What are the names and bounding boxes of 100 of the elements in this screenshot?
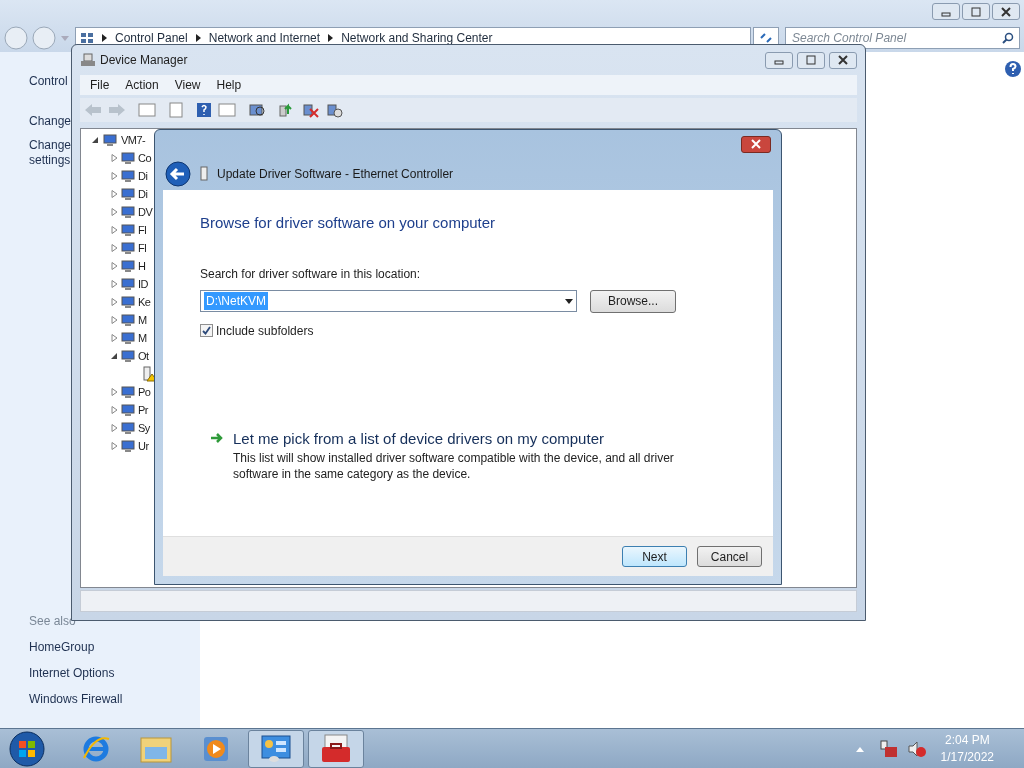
expand-icon[interactable] xyxy=(111,172,118,180)
tree-item[interactable]: H xyxy=(138,257,146,275)
menu-item[interactable]: File xyxy=(90,76,110,94)
sidebar-link[interactable]: Change xyxy=(29,112,72,130)
expand-icon[interactable] xyxy=(111,334,118,342)
collapse-icon[interactable] xyxy=(111,352,118,360)
device-icon xyxy=(121,295,135,309)
tree-item[interactable]: M xyxy=(138,329,147,347)
dialog-title: Update Driver Software - Ethernet Controller xyxy=(217,166,454,183)
sidebar-link[interactable]: Change settings xyxy=(29,138,71,168)
device-icon xyxy=(121,241,135,255)
back-button[interactable] xyxy=(165,161,191,187)
uninstall-icon[interactable] xyxy=(302,102,320,118)
volume-muted-icon[interactable] xyxy=(906,739,927,758)
checkbox[interactable] xyxy=(200,324,213,337)
expand-icon[interactable] xyxy=(111,226,118,234)
tree-item[interactable]: Ot xyxy=(138,347,149,365)
search-icon xyxy=(1002,32,1014,44)
taskbar-button[interactable] xyxy=(248,729,304,768)
expand-icon[interactable] xyxy=(111,190,118,198)
device-icon xyxy=(121,169,135,183)
tree-item[interactable]: ID xyxy=(138,275,148,293)
close-icon xyxy=(837,55,849,65)
checkbox-label: Include subfolders xyxy=(216,322,314,340)
chevron-icon[interactable] xyxy=(328,34,334,42)
window-title: Device Manager xyxy=(100,52,188,69)
network-adapter-icon xyxy=(199,166,209,182)
expand-icon[interactable] xyxy=(111,316,118,324)
expand-icon[interactable] xyxy=(111,154,118,162)
device-icon xyxy=(121,331,135,345)
pick-driver-link[interactable]: Let me pick from a list of device drivers on my computer xyxy=(233,427,693,450)
dialog-heading: Browse for driver software on your computer xyxy=(200,213,497,233)
device-icon xyxy=(121,223,135,237)
tree-item[interactable]: Di xyxy=(138,185,148,203)
browse-button[interactable]: Browse... xyxy=(590,289,676,313)
chevron-icon[interactable] xyxy=(102,34,107,42)
see-also-link[interactable]: Windows Firewall xyxy=(29,690,123,708)
breadcrumb[interactable]: Network and Sharing Center xyxy=(341,29,493,47)
expand-icon[interactable] xyxy=(111,280,118,288)
minimize-button[interactable] xyxy=(932,3,960,20)
tree-item[interactable]: Ur xyxy=(138,437,149,455)
chevron-icon[interactable] xyxy=(195,34,201,42)
device-icon xyxy=(121,259,135,273)
arrow-icon xyxy=(210,431,224,444)
help-icon[interactable] xyxy=(1004,60,1022,78)
tree-item[interactable]: VM7- xyxy=(121,131,146,149)
see-also-link[interactable]: Internet Options xyxy=(29,664,115,682)
help-icon[interactable] xyxy=(196,102,212,118)
clock-date: 1/17/2022 xyxy=(940,748,994,766)
close-button[interactable] xyxy=(741,135,771,153)
see-also-link[interactable]: HomeGroup xyxy=(29,638,95,656)
location-value: D:\NetKVM xyxy=(204,292,268,310)
close-icon xyxy=(1000,6,1012,17)
device-icon xyxy=(121,151,135,165)
search-field[interactable]: Search Control Panel xyxy=(785,27,1020,49)
device-icon xyxy=(121,313,135,327)
expand-icon[interactable] xyxy=(111,406,118,414)
dialog-button[interactable]: Cancel xyxy=(697,546,762,567)
tree-item[interactable]: Pr xyxy=(138,401,148,419)
tree-item[interactable]: M xyxy=(138,311,147,329)
tree-item[interactable]: DV xyxy=(138,203,153,221)
expand-icon[interactable] xyxy=(111,388,118,396)
device-manager-icon xyxy=(80,52,96,68)
dialog-button[interactable]: Next xyxy=(622,546,687,567)
expand-icon[interactable] xyxy=(111,244,118,252)
menu-item[interactable]: Action xyxy=(125,76,159,94)
tree-item[interactable]: Di xyxy=(138,167,148,185)
device-icon xyxy=(103,133,117,147)
start-button[interactable] xyxy=(8,729,46,768)
toolbox-icon[interactable] xyxy=(320,733,352,764)
device-icon xyxy=(121,349,135,363)
folder-icon[interactable] xyxy=(140,734,172,763)
expand-icon[interactable] xyxy=(111,262,118,270)
maximize-icon xyxy=(805,55,817,65)
close-button[interactable] xyxy=(829,51,857,69)
menu-item[interactable]: Help xyxy=(216,76,242,94)
dropdown-icon[interactable] xyxy=(565,298,573,304)
control-panel-icon[interactable] xyxy=(260,733,292,764)
tree-item[interactable]: Ke xyxy=(138,293,151,311)
tree-item[interactable]: Fl xyxy=(138,239,147,257)
tree-item[interactable]: Co xyxy=(138,149,152,167)
menu-item[interactable]: View xyxy=(174,76,201,94)
breadcrumb[interactable]: Network and Internet xyxy=(208,29,321,47)
tree-item[interactable]: Sy xyxy=(138,419,150,437)
expand-icon[interactable] xyxy=(111,424,118,432)
device-icon xyxy=(121,385,135,399)
expand-icon[interactable] xyxy=(111,298,118,306)
expand-icon[interactable] xyxy=(111,442,118,450)
taskbar-button[interactable] xyxy=(308,729,364,768)
tree-item[interactable]: Po xyxy=(138,383,151,401)
sidebar-link[interactable]: Control xyxy=(29,72,68,90)
tree-item[interactable]: Fl xyxy=(138,221,147,239)
collapse-icon[interactable] xyxy=(92,136,99,144)
close-button[interactable] xyxy=(992,3,1020,20)
media-player-icon[interactable] xyxy=(202,734,230,763)
device-icon xyxy=(121,421,135,435)
expand-icon[interactable] xyxy=(111,208,118,216)
network-icon[interactable] xyxy=(878,739,899,758)
field-label: Search for driver software in this location: xyxy=(200,265,422,283)
breadcrumb[interactable]: Control Panel xyxy=(115,29,188,47)
